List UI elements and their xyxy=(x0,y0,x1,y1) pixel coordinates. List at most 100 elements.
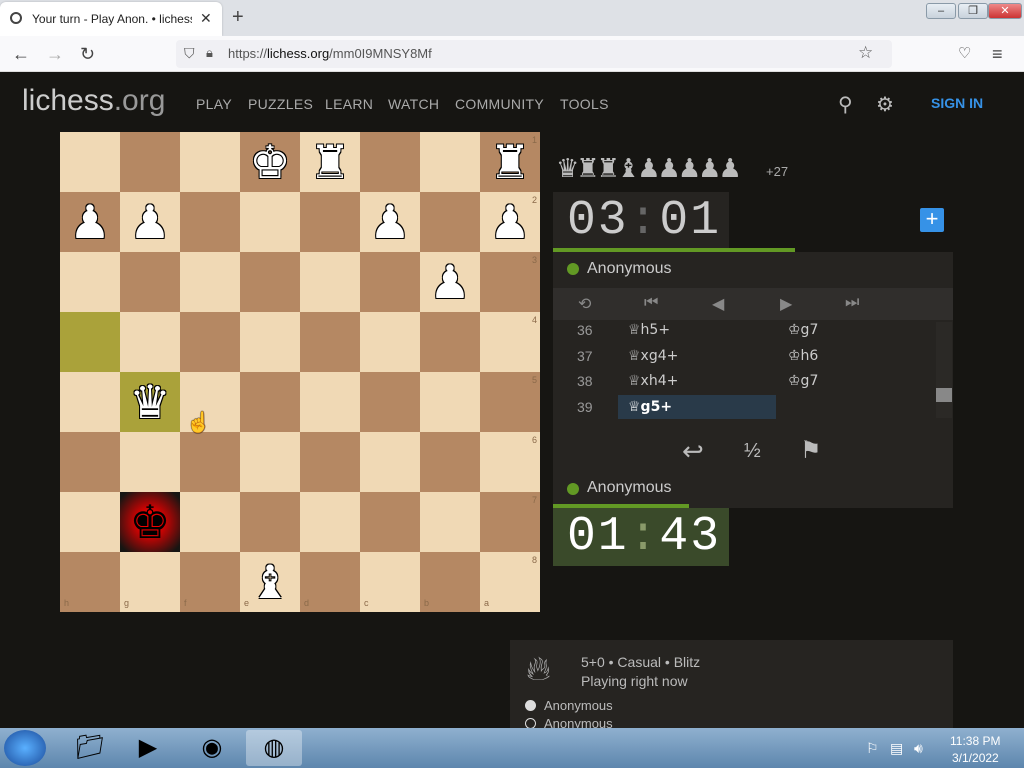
nav-community[interactable]: COMMUNITY xyxy=(455,96,544,112)
square-d4[interactable] xyxy=(300,312,360,372)
square-g3[interactable] xyxy=(120,252,180,312)
sign-in-link[interactable]: SIGN IN xyxy=(931,95,983,111)
network-icon[interactable]: ▤ xyxy=(890,740,903,757)
square-b5[interactable] xyxy=(420,372,480,432)
square-a7[interactable] xyxy=(480,492,540,552)
lock-icon[interactable]: 🔒︎ xyxy=(206,45,213,61)
piece-b3[interactable]: ♟ xyxy=(420,252,480,312)
top-player-name[interactable]: Anonymous xyxy=(587,260,672,278)
white-move[interactable]: ♕xh4+ xyxy=(628,373,678,389)
piece-g5[interactable]: ♛ xyxy=(120,372,180,432)
square-d3[interactable] xyxy=(300,252,360,312)
piece-e1[interactable]: ♚ xyxy=(240,132,300,192)
square-f7[interactable] xyxy=(180,492,240,552)
square-f4[interactable] xyxy=(180,312,240,372)
pocket-icon[interactable]: ♡ xyxy=(958,44,971,62)
square-f8[interactable] xyxy=(180,552,240,612)
media-player-icon[interactable]: ▶ xyxy=(120,730,176,766)
piece-c2[interactable]: ♟ xyxy=(360,192,420,252)
nav-watch[interactable]: WATCH xyxy=(388,96,439,112)
gear-icon[interactable]: ⚙ xyxy=(876,92,894,117)
square-g4[interactable] xyxy=(120,312,180,372)
white-player-name[interactable]: Anonymous xyxy=(544,698,613,713)
flip-board-icon[interactable]: ⟲ xyxy=(578,294,591,314)
square-h5[interactable] xyxy=(60,372,120,432)
square-e7[interactable] xyxy=(240,492,300,552)
square-h3[interactable] xyxy=(60,252,120,312)
square-h1[interactable] xyxy=(60,132,120,192)
square-e2[interactable] xyxy=(240,192,300,252)
square-d7[interactable] xyxy=(300,492,360,552)
shield-icon[interactable]: ⛉ xyxy=(184,45,195,62)
square-c8[interactable] xyxy=(360,552,420,612)
scrollbar-thumb[interactable] xyxy=(936,388,952,402)
nav-tools[interactable]: TOOLS xyxy=(560,96,609,112)
square-e4[interactable] xyxy=(240,312,300,372)
piece-g7[interactable]: ♚ xyxy=(120,492,180,552)
square-b7[interactable] xyxy=(420,492,480,552)
white-move[interactable]: ♕xg4+ xyxy=(628,348,678,364)
next-move-icon[interactable]: ▶ xyxy=(780,294,792,314)
square-f2[interactable] xyxy=(180,192,240,252)
move-list-scrollbar[interactable] xyxy=(936,322,952,418)
clock-time[interactable]: 11:38 PM xyxy=(950,734,1000,748)
square-d5[interactable] xyxy=(300,372,360,432)
add-time-button[interactable]: + xyxy=(920,208,944,232)
browser-tab[interactable]: Your turn - Play Anon. • lichess ✕ xyxy=(0,2,222,36)
new-tab-button[interactable]: + xyxy=(232,6,244,29)
square-f3[interactable] xyxy=(180,252,240,312)
bottom-player-name[interactable]: Anonymous xyxy=(587,479,672,497)
square-c4[interactable] xyxy=(360,312,420,372)
black-move[interactable]: ♔h6 xyxy=(788,348,818,364)
last-move-icon[interactable]: ⏭ xyxy=(845,294,859,312)
square-h7[interactable] xyxy=(60,492,120,552)
square-b2[interactable] xyxy=(420,192,480,252)
square-a5[interactable] xyxy=(480,372,540,432)
lichess-logo[interactable]: lichess.org xyxy=(22,84,165,118)
square-a6[interactable] xyxy=(480,432,540,492)
square-h4[interactable] xyxy=(60,312,120,372)
restore-button[interactable]: ❐ xyxy=(958,3,988,19)
piece-g2[interactable]: ♟ xyxy=(120,192,180,252)
square-e3[interactable] xyxy=(240,252,300,312)
bookmark-star-icon[interactable]: ☆ xyxy=(858,43,873,63)
piece-a2[interactable]: ♟ xyxy=(480,192,540,252)
chess-board[interactable]: h g f e d c b a 1 2 3 4 5 6 7 8 ♜ ♚ ♜ ♟ ♟ ♟ ♟ ♟ ♛ ♚ ♝ xyxy=(60,132,540,612)
nav-learn[interactable]: LEARN xyxy=(325,96,373,112)
white-move[interactable]: ♕h5+ xyxy=(628,322,670,338)
square-b4[interactable] xyxy=(420,312,480,372)
square-g6[interactable] xyxy=(120,432,180,492)
piece-e8[interactable]: ♝ xyxy=(240,552,300,612)
square-a3[interactable] xyxy=(480,252,540,312)
square-c7[interactable] xyxy=(360,492,420,552)
tab-close-icon[interactable]: ✕ xyxy=(200,10,212,27)
piece-a1[interactable]: ♜ xyxy=(480,132,540,192)
square-d6[interactable] xyxy=(300,432,360,492)
piece-h2[interactable]: ♟ xyxy=(60,192,120,252)
prev-move-icon[interactable]: ◀ xyxy=(712,294,724,314)
hamburger-menu-icon[interactable]: ≡ xyxy=(992,44,1003,65)
piece-d1[interactable]: ♜ xyxy=(300,132,360,192)
nav-puzzles[interactable]: PUZZLES xyxy=(248,96,313,112)
clock-date[interactable]: 3/1/2022 xyxy=(952,751,999,765)
square-c1[interactable] xyxy=(360,132,420,192)
start-button[interactable] xyxy=(4,730,46,766)
forward-arrow-icon[interactable]: → xyxy=(46,44,64,65)
window-close-button[interactable]: ✕ xyxy=(988,3,1022,19)
search-icon[interactable]: ⚲ xyxy=(838,92,853,117)
square-a4[interactable] xyxy=(480,312,540,372)
network-flag-icon[interactable]: ⚐ xyxy=(866,740,879,757)
chrome-icon[interactable]: ◉ xyxy=(184,730,240,766)
square-e5[interactable] xyxy=(240,372,300,432)
white-move[interactable]: ♕g5+ xyxy=(628,399,672,415)
takeback-icon[interactable]: ↩ xyxy=(682,436,704,467)
reload-icon[interactable]: ↻ xyxy=(80,44,95,65)
square-c6[interactable] xyxy=(360,432,420,492)
offer-draw-button[interactable]: ½ xyxy=(744,440,761,463)
square-f6[interactable] xyxy=(180,432,240,492)
back-arrow-icon[interactable]: ← xyxy=(12,44,30,65)
square-e6[interactable] xyxy=(240,432,300,492)
nav-play[interactable]: PLAY xyxy=(196,96,232,112)
square-f1[interactable] xyxy=(180,132,240,192)
square-h6[interactable] xyxy=(60,432,120,492)
